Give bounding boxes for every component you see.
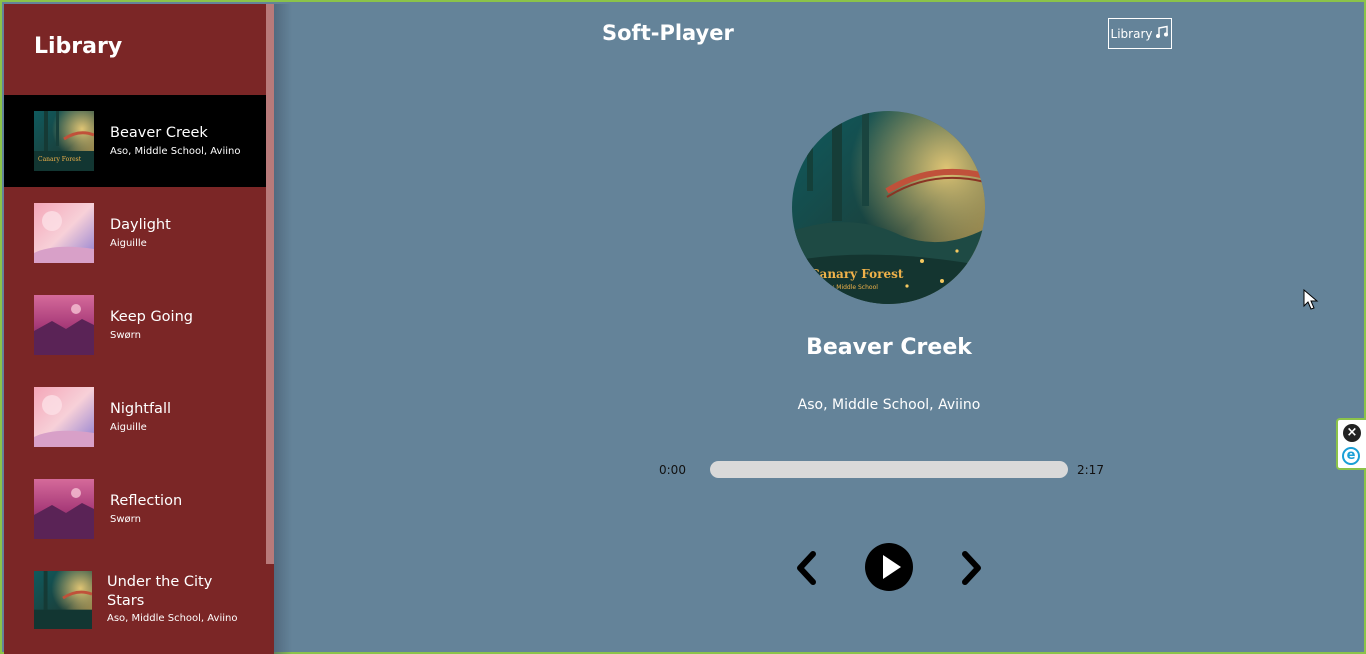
track-artist: Aso, Middle School, Aviino	[797, 397, 981, 413]
song-artist: Aso, Middle School, Aviino	[107, 613, 238, 624]
close-icon[interactable]: ×	[1343, 424, 1361, 442]
chevron-right-icon	[962, 551, 981, 585]
song-name: Daylight	[110, 217, 171, 233]
library-button-label: Library	[1110, 26, 1153, 41]
album-art	[34, 387, 94, 447]
library-item-beaver-creek[interactable]: Canary Forest Beaver Creek Aso, Middle S…	[4, 95, 266, 187]
library-item-daylight[interactable]: Daylight Aiguille	[4, 187, 266, 279]
song-artist: Swørn	[110, 330, 141, 341]
sidebar-shadow	[274, 4, 292, 654]
album-art	[34, 203, 94, 263]
album-art	[34, 479, 94, 539]
play-icon	[865, 543, 913, 591]
next-track-button[interactable]	[958, 548, 986, 588]
chevron-left-icon	[797, 551, 816, 585]
song-name: Keep Going	[110, 309, 193, 325]
current-time: 0:00	[659, 463, 686, 477]
seek-bar[interactable]	[710, 461, 1068, 478]
library-item-under-the-city-stars[interactable]: Under the City Stars Aso, Middle School,…	[4, 563, 266, 654]
song-artist: Aiguille	[110, 422, 147, 433]
sidebar-title: Library	[34, 34, 123, 59]
song-name: Under the City Stars	[107, 574, 213, 609]
extension-widget: × e	[1336, 418, 1366, 470]
album-art-text: Canary Forest	[38, 156, 82, 163]
previous-track-button[interactable]	[792, 548, 820, 588]
now-playing-cover: Canary Forest Aso x Middle School	[792, 111, 985, 304]
album-art	[34, 571, 92, 629]
library-sidebar: Library Canary Forest Beaver Creek Aso, …	[4, 4, 274, 654]
song-artist: Aso, Middle School, Aviino	[110, 146, 241, 157]
total-time: 2:17	[1077, 463, 1104, 477]
play-button[interactable]	[864, 542, 914, 592]
library-item-keep-going[interactable]: Keep Going Swørn	[4, 279, 266, 371]
album-art: Canary Forest	[34, 111, 94, 171]
e-logo-icon[interactable]: e	[1342, 447, 1360, 465]
album-art	[34, 295, 94, 355]
library-item-reflection[interactable]: Reflection Swørn	[4, 463, 266, 555]
library-item-nightfall[interactable]: Nightfall Aiguille	[4, 371, 266, 463]
cover-title-text: Canary Forest	[810, 267, 904, 281]
song-name: Reflection	[110, 493, 183, 509]
mouse-cursor-icon	[1303, 288, 1319, 311]
sidebar-scrollbar[interactable]	[266, 4, 274, 564]
cover-subtitle-text: Aso x Middle School	[818, 284, 878, 291]
music-note-icon	[1155, 25, 1169, 42]
song-name: Beaver Creek	[110, 125, 208, 141]
song-artist: Aiguille	[110, 238, 147, 249]
song-artist: Swørn	[110, 514, 141, 525]
song-name: Nightfall	[110, 401, 172, 417]
app-title: Soft-Player	[602, 21, 734, 45]
track-title: Beaver Creek	[806, 335, 972, 360]
library-toggle-button[interactable]: Library	[1108, 18, 1172, 49]
